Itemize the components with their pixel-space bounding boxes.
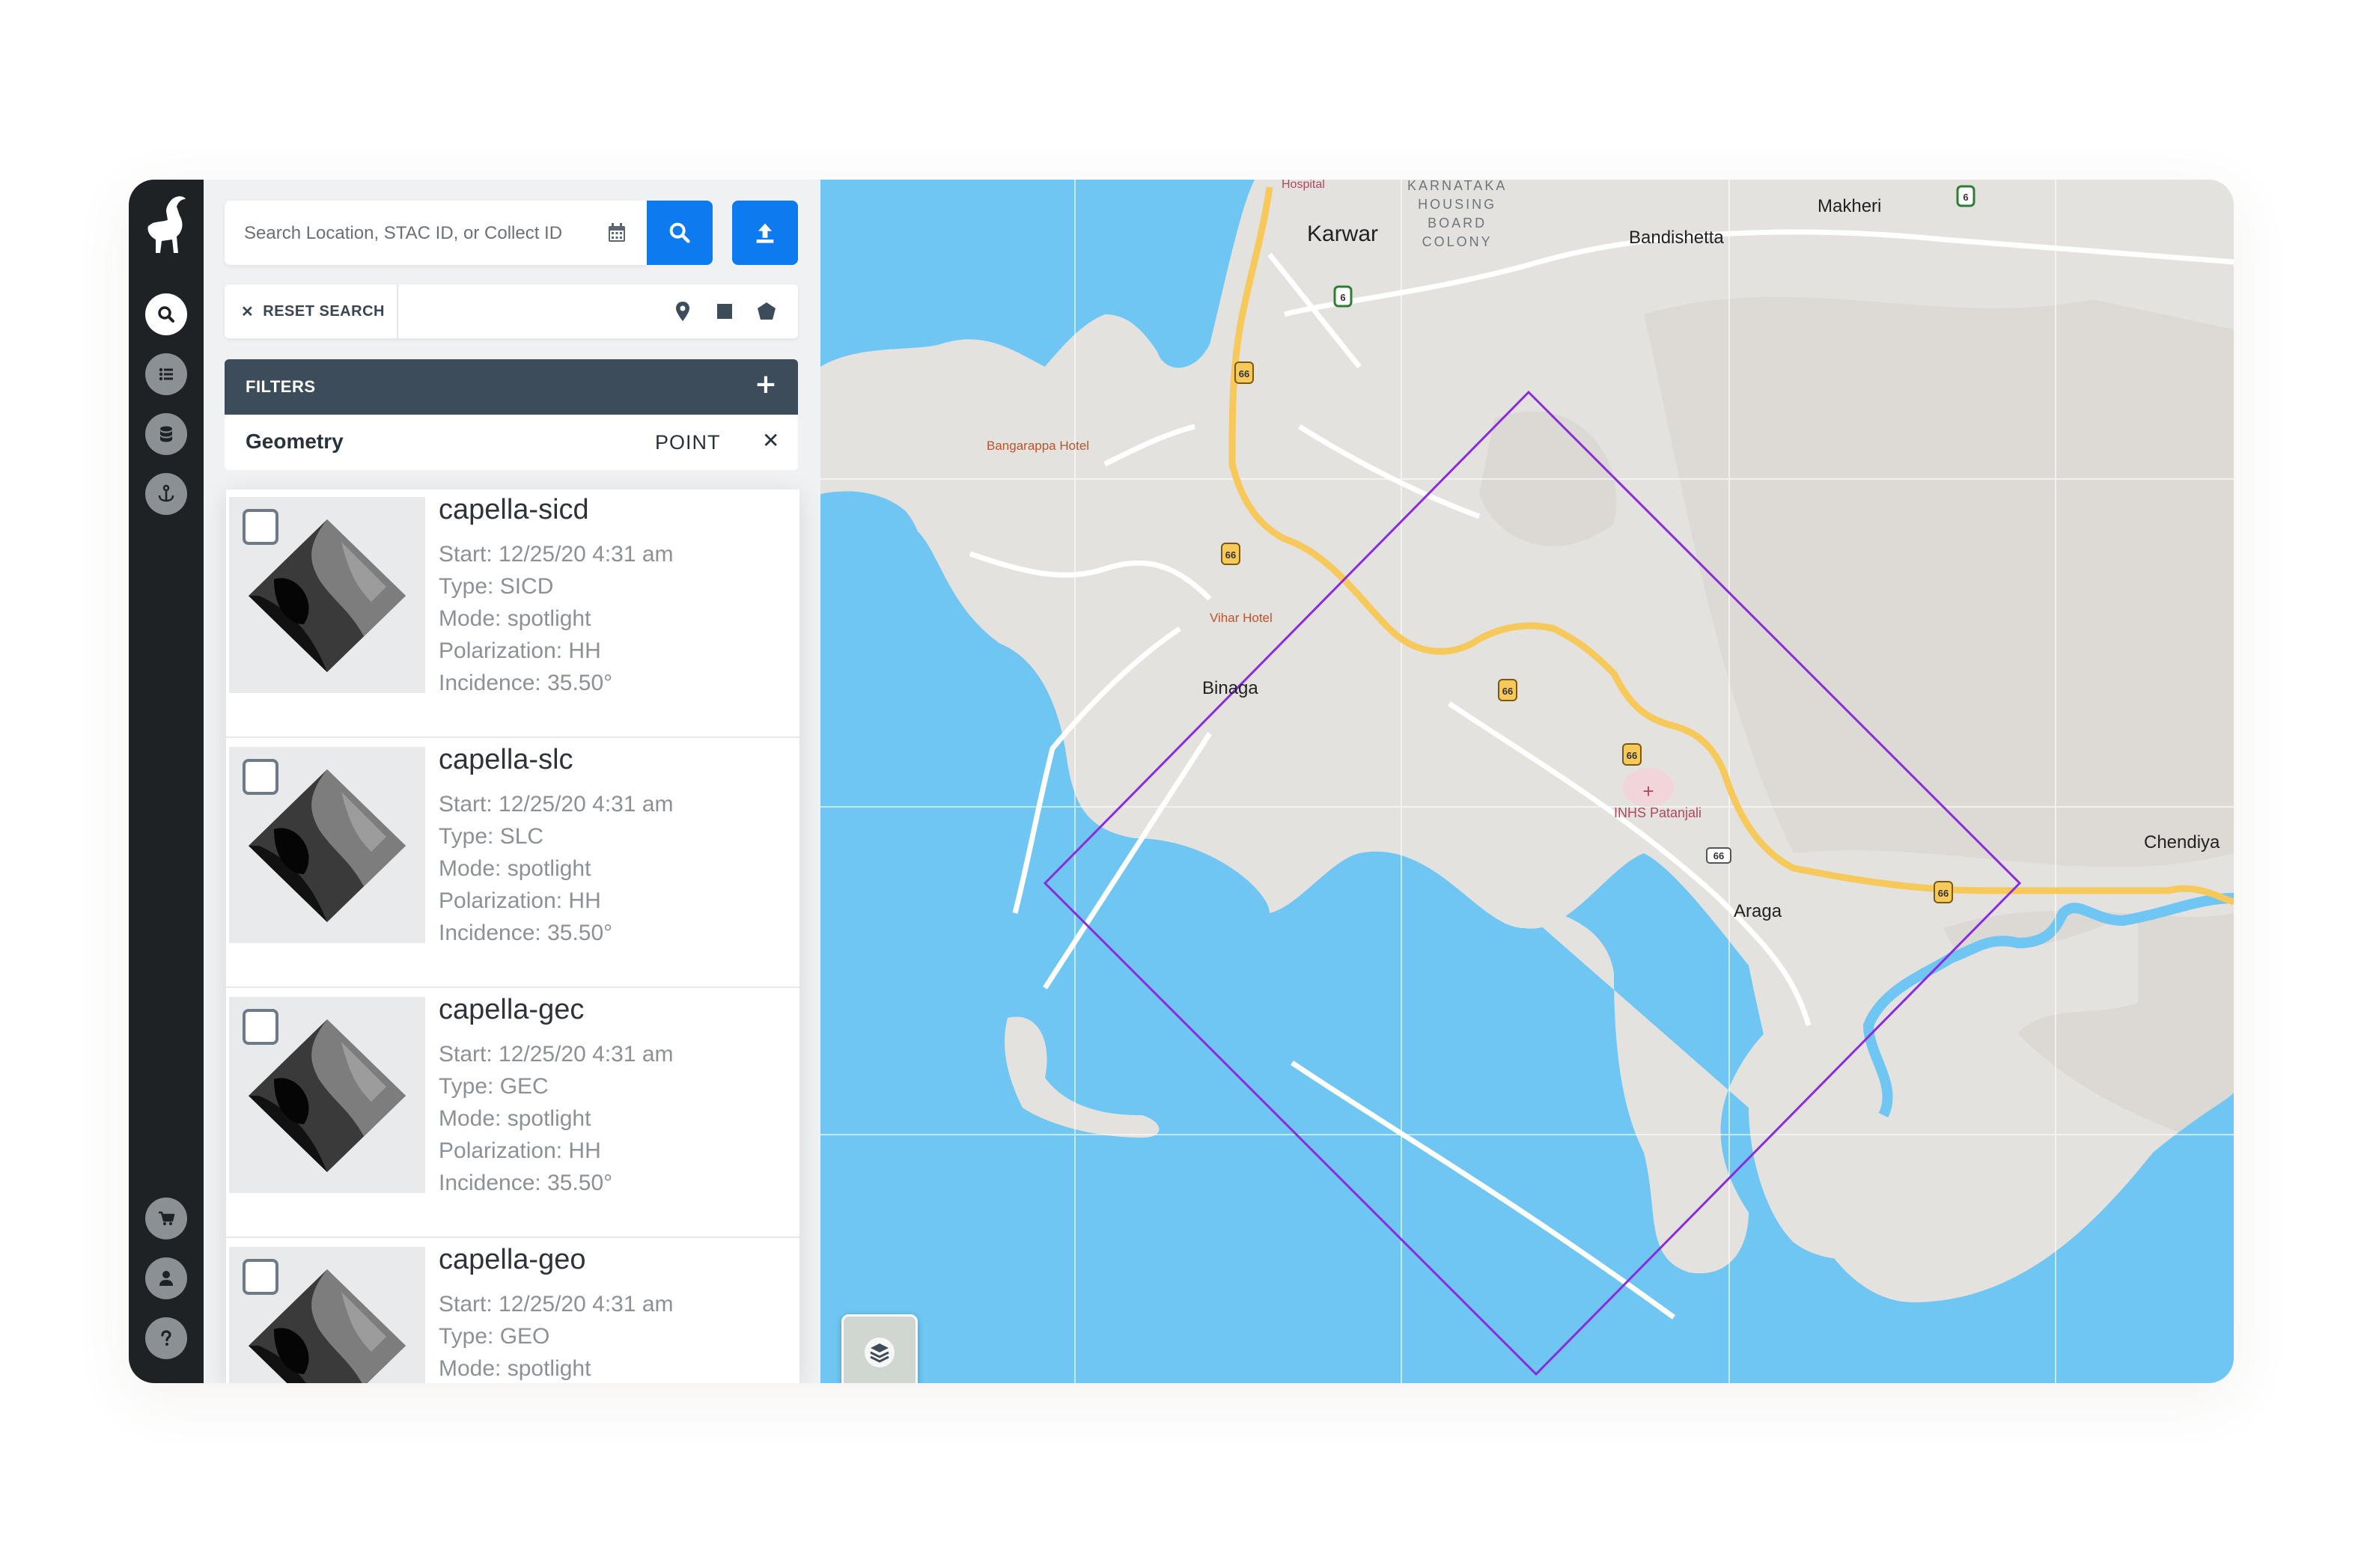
result-checkbox[interactable] xyxy=(243,759,278,795)
result-start: Start: 12/25/20 4:31 am xyxy=(439,1042,674,1067)
reset-search-button[interactable]: ✕ RESET SEARCH xyxy=(225,284,398,338)
map-label-vihar: Vihar Hotel xyxy=(1210,611,1273,625)
help-nav-button[interactable] xyxy=(145,1317,187,1359)
search-button[interactable] xyxy=(647,201,713,265)
logo-icon xyxy=(147,196,186,253)
map-label-inhs: INHS Patanjali xyxy=(1614,805,1702,820)
svg-text:66: 66 xyxy=(1938,888,1949,899)
layers-button[interactable] xyxy=(841,1314,918,1383)
list-icon xyxy=(159,367,173,381)
svg-text:66: 66 xyxy=(1239,368,1249,379)
result-inc: Incidence: 35.50° xyxy=(439,671,613,695)
result-checkbox[interactable] xyxy=(243,509,278,545)
svg-text:6: 6 xyxy=(1340,292,1345,303)
result-start: Start: 12/25/20 4:31 am xyxy=(439,792,674,817)
map-canvas[interactable]: 66 66 66 66 66 66 6 6 + xyxy=(820,180,2234,1383)
search-box xyxy=(225,201,647,266)
icon-rail xyxy=(129,180,204,1383)
map-label-chendiya: Chendiya xyxy=(2144,832,2220,852)
result-mode: Mode: spotlight xyxy=(439,606,591,631)
map-label-bangarappa: Bangarappa Hotel xyxy=(987,439,1090,453)
map-label-bandishetta: Bandishetta xyxy=(1629,228,1724,248)
tasking-nav-button[interactable] xyxy=(145,473,187,515)
results-list: capella-sicd Start: 12/25/20 4:31 am Type:… xyxy=(226,489,799,1383)
plus-icon[interactable]: + xyxy=(755,370,777,400)
search-input[interactable] xyxy=(243,201,590,266)
map-pin-icon[interactable] xyxy=(671,299,695,323)
result-card[interactable]: capella-slc Start: 12/25/20 4:31 am Type: … xyxy=(226,739,799,988)
colony-line: BOARD xyxy=(1428,216,1487,231)
svg-text:66: 66 xyxy=(1502,686,1513,697)
map-label-makheri: Makheri xyxy=(1818,196,1882,216)
map-label-karwar: Karwar xyxy=(1307,222,1379,246)
account-nav-button[interactable] xyxy=(145,1257,187,1299)
result-title: capella-geo xyxy=(439,1244,586,1275)
colony-line: HOUSING xyxy=(1418,197,1497,212)
filters-header[interactable]: FILTERS + xyxy=(225,359,798,415)
result-type: Type: SICD xyxy=(439,574,554,599)
svg-text:66: 66 xyxy=(1225,549,1236,561)
help-icon xyxy=(161,1330,171,1346)
result-card[interactable]: capella-sicd Start: 12/25/20 4:31 am Type:… xyxy=(226,489,799,738)
result-type: Type: GEO xyxy=(439,1324,550,1349)
colony-line: KARNATAKA xyxy=(1407,180,1508,193)
geometry-label: Geometry xyxy=(246,430,344,453)
result-pol: Polarization: HH xyxy=(439,888,601,913)
search-nav-button[interactable] xyxy=(145,293,187,335)
result-inc: Incidence: 35.50° xyxy=(439,921,613,945)
svg-text:66: 66 xyxy=(1713,850,1724,861)
search-icon xyxy=(158,306,174,323)
result-type: Type: GEC xyxy=(439,1074,549,1099)
reset-search-label: RESET SEARCH xyxy=(263,302,385,320)
search-icon xyxy=(669,222,690,243)
colony-line: COLONY xyxy=(1422,234,1493,249)
map-label-binaga: Binaga xyxy=(1202,678,1258,698)
geometry-filter-row: Geometry POINT ✕ xyxy=(225,415,798,470)
remove-filter-icon[interactable]: ✕ xyxy=(762,428,779,453)
rectangle-draw-icon[interactable] xyxy=(713,299,737,323)
result-mode: Mode: spotlight xyxy=(439,1106,591,1131)
result-card[interactable]: capella-gec Start: 12/25/20 4:31 am Type: … xyxy=(226,989,799,1238)
result-start: Start: 12/25/20 4:31 am xyxy=(439,1292,674,1317)
result-inc: Incidence: 35.50° xyxy=(439,1171,613,1195)
list-nav-button[interactable] xyxy=(145,353,187,395)
result-mode: Mode: spotlight xyxy=(439,856,591,881)
app-window: ✕ RESET SEARCH FILTERS + Geometry POINT … xyxy=(129,180,2234,1383)
hospital-cross-icon: + xyxy=(1642,780,1654,802)
search-tools-bar: ✕ RESET SEARCH xyxy=(225,284,798,338)
result-type: Type: SLC xyxy=(439,824,544,849)
database-icon xyxy=(160,426,172,442)
polygon-draw-icon[interactable] xyxy=(755,299,779,323)
result-mode: Mode: spotlight xyxy=(439,1356,591,1381)
cart-icon xyxy=(159,1211,175,1225)
anchor-icon xyxy=(158,484,174,502)
geometry-value: POINT xyxy=(655,431,721,454)
user-icon xyxy=(159,1271,173,1286)
result-pol: Polarization: HH xyxy=(439,638,601,663)
close-icon: ✕ xyxy=(241,303,255,320)
map-view[interactable]: 66 66 66 66 66 66 6 6 + Karwar Bandishet… xyxy=(820,180,2234,1383)
upload-button[interactable] xyxy=(732,201,798,265)
result-title: capella-gec xyxy=(439,994,585,1025)
result-title: capella-slc xyxy=(439,744,573,775)
upload-icon xyxy=(756,223,774,243)
cart-nav-button[interactable] xyxy=(145,1198,187,1239)
result-start: Start: 12/25/20 4:31 am xyxy=(439,542,674,567)
map-label-araga: Araga xyxy=(1734,901,1782,921)
database-nav-button[interactable] xyxy=(145,413,187,455)
result-checkbox[interactable] xyxy=(243,1259,278,1295)
result-title: capella-sicd xyxy=(439,494,589,525)
result-pol: Polarization: HH xyxy=(439,1138,601,1163)
result-card[interactable]: capella-geo Start: 12/25/20 4:31 am Type: … xyxy=(226,1239,799,1383)
calendar-icon[interactable] xyxy=(606,222,627,244)
svg-text:6: 6 xyxy=(1963,192,1968,203)
filters-title: FILTERS xyxy=(246,377,316,396)
svg-text:66: 66 xyxy=(1627,750,1637,761)
layers-icon xyxy=(865,1337,895,1367)
map-label-colony: KARNATAKA HOUSING BOARD COLONY xyxy=(1407,180,1507,251)
map-label-hospital: Hospital xyxy=(1282,180,1325,191)
result-checkbox[interactable] xyxy=(243,1009,278,1045)
